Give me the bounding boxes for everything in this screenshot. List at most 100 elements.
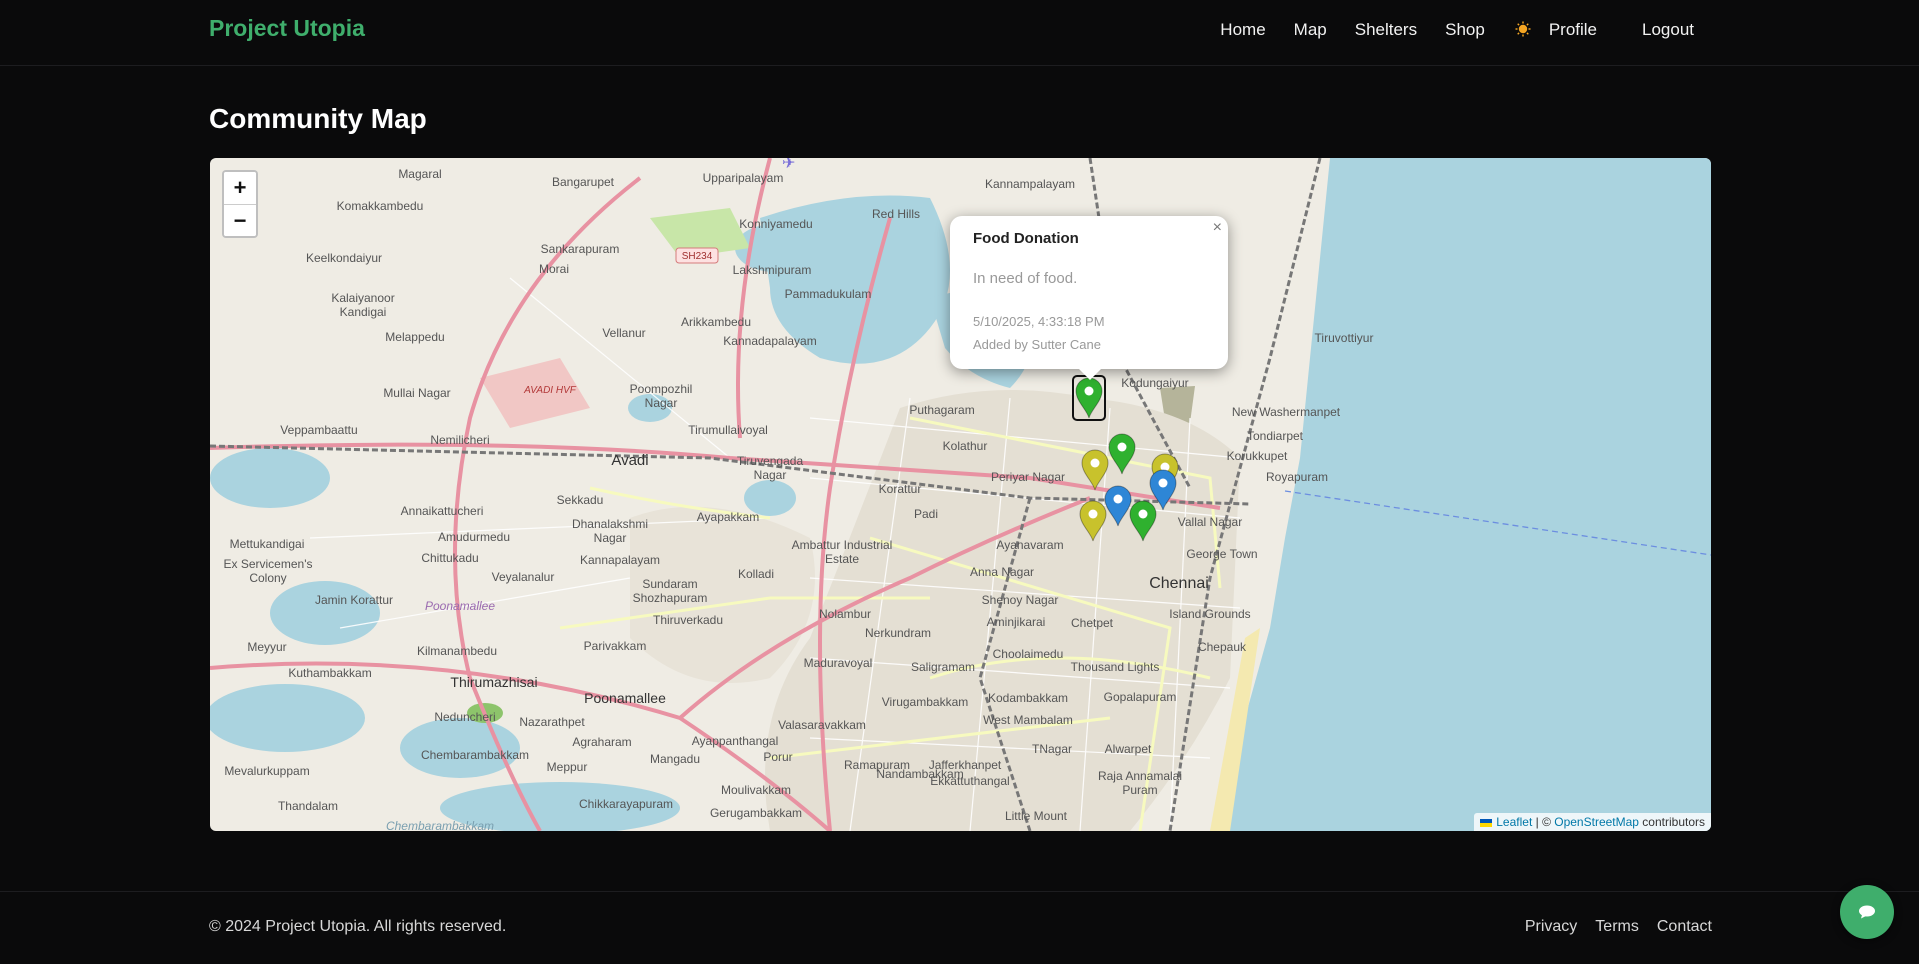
svg-text:Aminjikarai: Aminjikarai: [987, 615, 1046, 629]
svg-text:Keelkondaiyur: Keelkondaiyur: [306, 251, 382, 265]
svg-text:Colony: Colony: [249, 571, 286, 585]
green-map-marker[interactable]: [1107, 433, 1137, 475]
svg-text:Kodambakkam: Kodambakkam: [988, 691, 1068, 705]
svg-text:Morai: Morai: [539, 262, 569, 276]
svg-text:Tondiarpet: Tondiarpet: [1247, 429, 1304, 443]
svg-text:West Mambalam: West Mambalam: [983, 713, 1073, 727]
svg-text:Thandalam: Thandalam: [278, 799, 338, 813]
svg-text:Nagar: Nagar: [754, 468, 787, 482]
popup-description: In need of food.: [973, 270, 1078, 287]
map-attribution: Leaflet | © OpenStreetMap contributors: [1474, 813, 1711, 831]
svg-text:Sankarapuram: Sankarapuram: [541, 242, 620, 256]
chat-bubble-icon: [1859, 905, 1875, 919]
green-map-marker[interactable]: [1128, 500, 1158, 542]
footer-links: Privacy Terms Contact: [1507, 918, 1712, 936]
svg-text:Shenoy Nagar: Shenoy Nagar: [982, 593, 1059, 607]
svg-text:Dhanalakshmi: Dhanalakshmi: [572, 517, 648, 531]
ukraine-flag-icon: [1480, 818, 1493, 827]
svg-text:Nandambakkam: Nandambakkam: [876, 767, 963, 781]
sun-icon[interactable]: [1515, 21, 1531, 40]
svg-text:Kalaiyanoor: Kalaiyanoor: [331, 291, 394, 305]
svg-text:Kannampalayam: Kannampalayam: [985, 177, 1075, 191]
zoom-control: + −: [222, 170, 258, 238]
svg-text:Puram: Puram: [1122, 783, 1157, 797]
svg-text:Ex Servicemen's: Ex Servicemen's: [224, 557, 313, 571]
svg-text:Meppur: Meppur: [547, 760, 588, 774]
svg-text:Nemilicheri: Nemilicheri: [430, 433, 489, 447]
popup-title: Food Donation: [973, 230, 1079, 247]
svg-text:Agraharam: Agraharam: [572, 735, 631, 749]
svg-text:Magaral: Magaral: [398, 167, 441, 181]
svg-text:Tiruvengada: Tiruvengada: [737, 454, 804, 468]
zoom-out-button[interactable]: −: [224, 204, 256, 236]
nav-map[interactable]: Map: [1294, 20, 1327, 40]
svg-text:Thousand Lights: Thousand Lights: [1071, 660, 1160, 674]
svg-text:Meyyur: Meyyur: [247, 640, 286, 654]
page-title: Community Map: [209, 103, 427, 134]
svg-text:Poonamallee: Poonamallee: [425, 599, 495, 613]
svg-text:Gerugambakkam: Gerugambakkam: [710, 806, 802, 820]
svg-text:Chembarambakkam: Chembarambakkam: [386, 819, 494, 831]
nav-shelters[interactable]: Shelters: [1355, 20, 1417, 40]
nav-shop[interactable]: Shop: [1445, 20, 1485, 40]
chat-button[interactable]: [1840, 885, 1894, 939]
svg-text:Thirumazhisai: Thirumazhisai: [450, 674, 537, 690]
svg-text:Poonamallee: Poonamallee: [584, 690, 666, 706]
svg-text:Estate: Estate: [825, 552, 859, 566]
nav-links: Home Map Shelters Shop Profile Logout: [1192, 0, 1694, 60]
svg-text:Nolambur: Nolambur: [819, 607, 871, 621]
svg-text:Raja Annamalai: Raja Annamalai: [1098, 769, 1182, 783]
svg-text:Kannadapalayam: Kannadapalayam: [723, 334, 816, 348]
community-map[interactable]: SH234 Magaral Bangarupet Upparipalayam K…: [210, 158, 1711, 831]
airport-icon: ✈: [782, 158, 795, 172]
svg-text:Anna Nagar: Anna Nagar: [970, 565, 1034, 579]
footer-terms-link[interactable]: Terms: [1595, 918, 1639, 936]
svg-text:Korattur: Korattur: [879, 482, 922, 496]
svg-text:Nazarathpet: Nazarathpet: [519, 715, 585, 729]
svg-text:Ambattur Industrial: Ambattur Industrial: [792, 538, 893, 552]
marker-popup: × Food Donation In need of food. 5/10/20…: [950, 216, 1228, 369]
svg-text:Alwarpet: Alwarpet: [1105, 742, 1152, 756]
svg-text:Bangarupet: Bangarupet: [552, 175, 615, 189]
navbar: Project Utopia Home Map Shelters Shop Pr…: [0, 0, 1919, 66]
popup-tip: [1078, 368, 1102, 380]
svg-text:Veppambaattu: Veppambaattu: [280, 423, 357, 437]
green-map-marker[interactable]: [1072, 375, 1106, 421]
footer: © 2024 Project Utopia. All rights reserv…: [0, 891, 1919, 964]
footer-privacy-link[interactable]: Privacy: [1525, 918, 1577, 936]
zoom-in-button[interactable]: +: [224, 172, 256, 204]
svg-text:Kilmanambedu: Kilmanambedu: [417, 644, 497, 658]
svg-text:Tiruvottiyur: Tiruvottiyur: [1315, 331, 1374, 345]
svg-text:Pammadukulam: Pammadukulam: [785, 287, 872, 301]
svg-text:Saligramam: Saligramam: [911, 660, 975, 674]
svg-text:Puthagaram: Puthagaram: [909, 403, 974, 417]
svg-text:Nagar: Nagar: [645, 396, 678, 410]
svg-text:Ayanavaram: Ayanavaram: [996, 538, 1063, 552]
nav-logout[interactable]: Logout: [1642, 20, 1694, 40]
svg-text:Ayapakkam: Ayapakkam: [697, 510, 759, 524]
brand-logo[interactable]: Project Utopia: [209, 15, 365, 42]
svg-text:Island Grounds: Island Grounds: [1169, 607, 1250, 621]
svg-text:Parivakkam: Parivakkam: [584, 639, 647, 653]
svg-text:Gopalapuram: Gopalapuram: [1104, 690, 1177, 704]
svg-text:Mettukandigai: Mettukandigai: [230, 537, 305, 551]
svg-text:Red Hills: Red Hills: [872, 207, 920, 221]
map-pin-icon: [1129, 500, 1157, 542]
svg-text:TNagar: TNagar: [1032, 742, 1072, 756]
yellow-map-marker[interactable]: [1078, 500, 1108, 542]
nav-home[interactable]: Home: [1220, 20, 1265, 40]
leaflet-link[interactable]: Leaflet: [1496, 815, 1532, 829]
svg-text:Lakshmipuram: Lakshmipuram: [733, 263, 812, 277]
svg-text:SH234: SH234: [682, 251, 713, 262]
popup-close-button[interactable]: ×: [1213, 220, 1222, 236]
osm-link[interactable]: OpenStreetMap: [1554, 815, 1639, 829]
svg-text:Mevalurkuppam: Mevalurkuppam: [224, 764, 309, 778]
footer-contact-link[interactable]: Contact: [1657, 918, 1712, 936]
svg-text:Avadi: Avadi: [611, 452, 648, 469]
svg-text:Korukkupet: Korukkupet: [1227, 449, 1288, 463]
svg-text:Tirumullaivoyal: Tirumullaivoyal: [688, 423, 768, 437]
svg-text:Choolaimedu: Choolaimedu: [993, 647, 1064, 661]
svg-text:Jamin Korattur: Jamin Korattur: [315, 593, 393, 607]
svg-text:Vallal Nagar: Vallal Nagar: [1178, 515, 1242, 529]
nav-profile[interactable]: Profile: [1549, 20, 1597, 40]
